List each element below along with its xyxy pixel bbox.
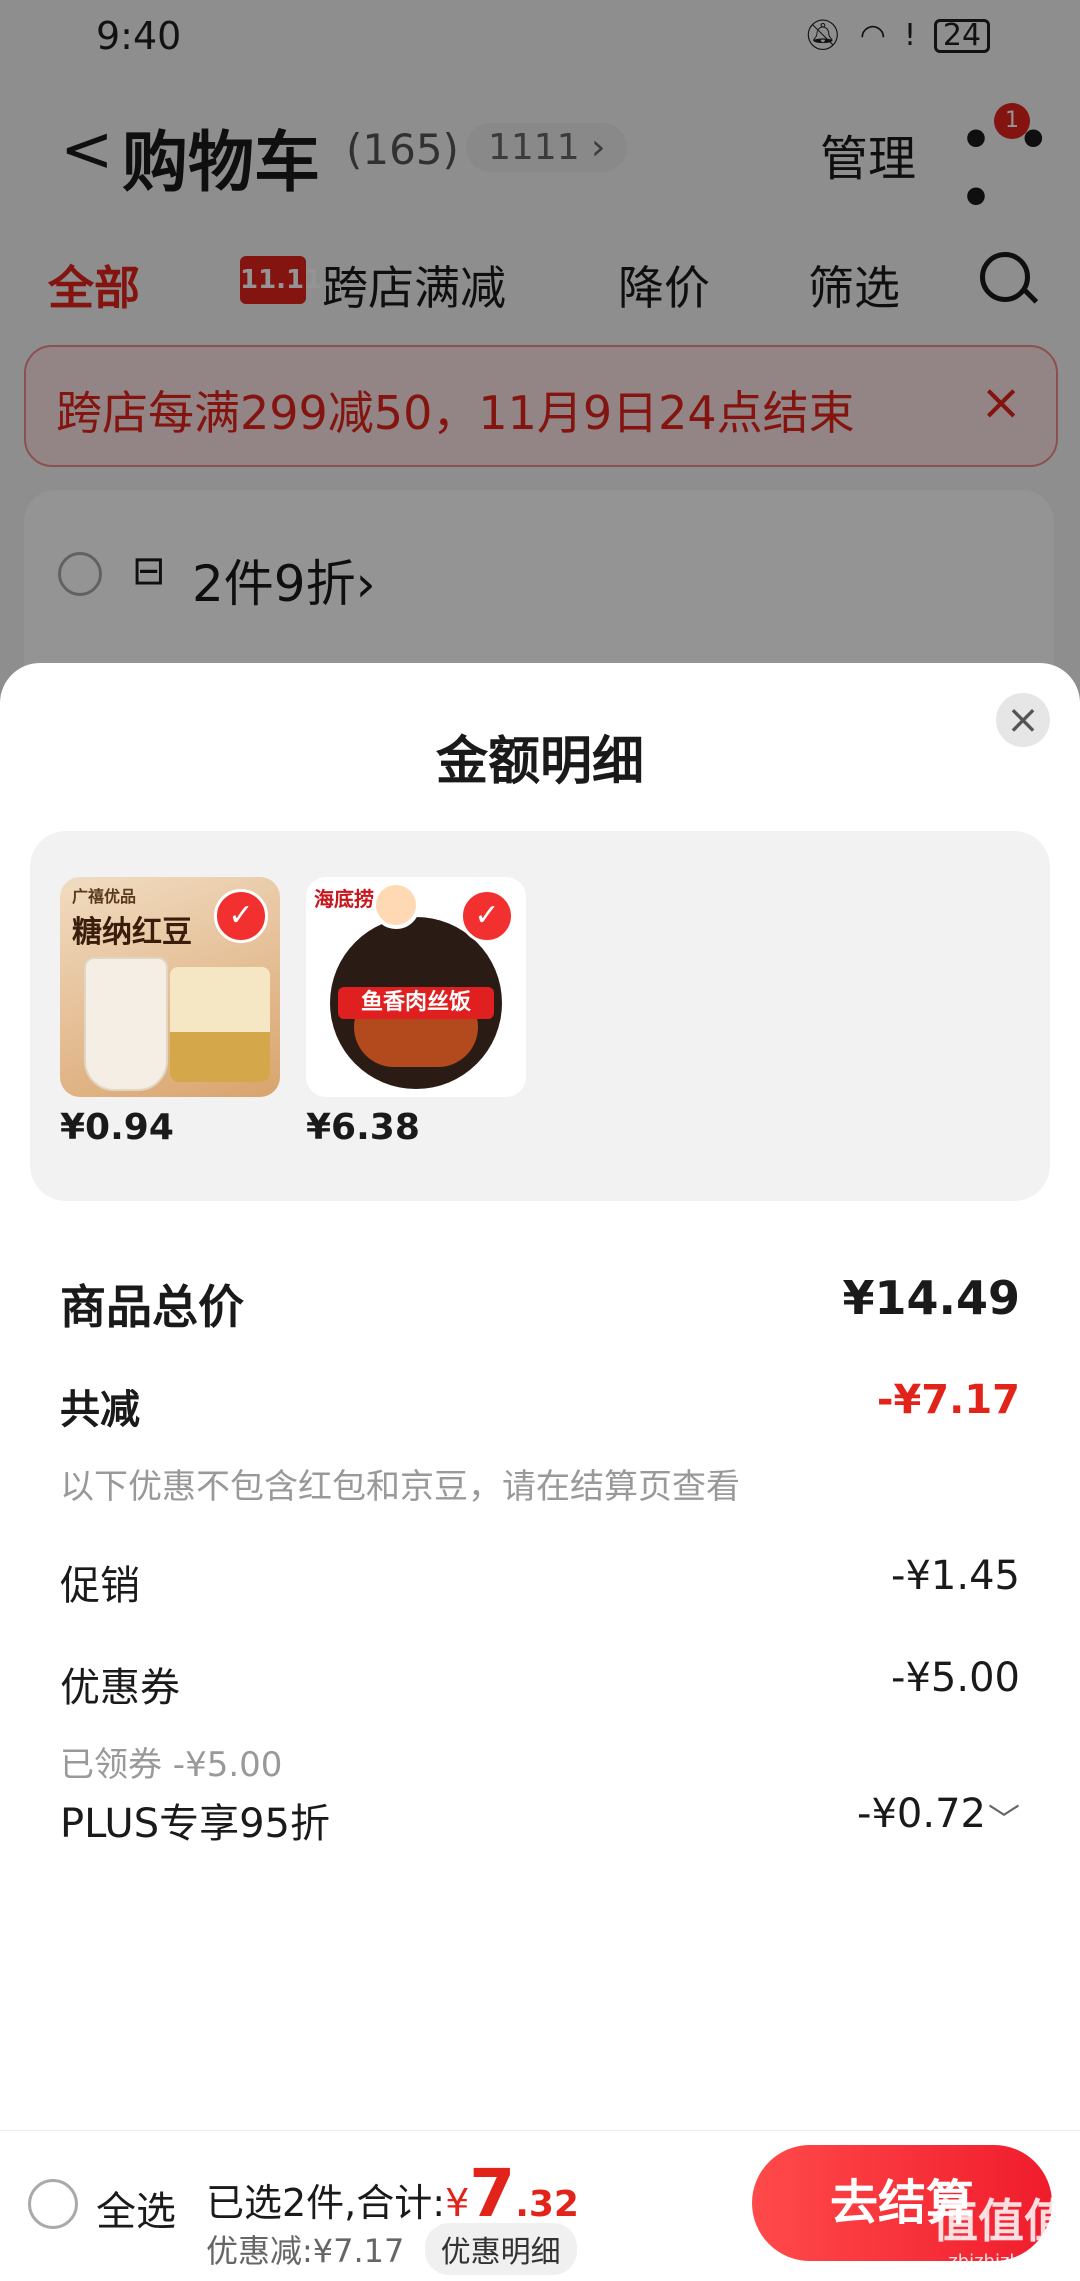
watermark: 值值值 zhizhizhi.com xyxy=(932,2185,1070,2272)
product-price: ¥6.38 xyxy=(306,1107,420,1148)
watermark-url: zhizhizhi.com xyxy=(948,2251,1070,2272)
select-all-label[interactable]: 全选 xyxy=(96,2179,176,2237)
select-all-radio[interactable] xyxy=(28,2179,78,2229)
product-strip: 广禧优品 糖纳红豆 ✓ ¥0.94 海底捞 鱼香肉丝饭 ✓ ¥6.38 xyxy=(30,831,1050,1201)
total-label: 商品总价 xyxy=(60,1280,244,1334)
product-brand: 海底捞 xyxy=(314,887,374,911)
product-brand: 广禧优品 xyxy=(72,887,137,906)
chef-illustration xyxy=(372,881,420,929)
reduce-note: 以下优惠不包含红包和京豆，请在结算页查看 xyxy=(60,1467,740,1507)
sheet-title: 金额明细 xyxy=(435,732,644,792)
coupon-note: 已领券 -¥5.00 xyxy=(60,1745,283,1785)
product-image: 海底捞 鱼香肉丝饭 ✓ xyxy=(306,877,526,1097)
chevron-down-icon[interactable]: ﹀ xyxy=(988,1795,1020,1841)
close-icon[interactable]: × xyxy=(996,693,1050,747)
watermark-logo: 值值值 xyxy=(932,2194,1070,2248)
discount-detail-button[interactable]: 优惠明细 xyxy=(424,2223,577,2275)
reduce-label: 共减 xyxy=(60,1387,140,1433)
currency-symbol: ¥ xyxy=(445,2181,470,2225)
total-value: ¥14.49 xyxy=(842,1271,1020,1325)
plus-value: -¥0.72 xyxy=(857,1791,986,1837)
total-decimal: .32 xyxy=(515,2184,579,2225)
selected-prefix: 已选2件,合计: xyxy=(206,2181,446,2225)
bag-illustration xyxy=(170,967,270,1082)
promo-value: -¥1.45 xyxy=(891,1553,1020,1599)
coupon-label: 优惠券 xyxy=(60,1665,180,1711)
product-name: 糖纳红豆 xyxy=(72,915,192,950)
check-icon: ✓ xyxy=(460,889,514,943)
cup-illustration xyxy=(84,957,168,1091)
product-item[interactable]: 广禧优品 糖纳红豆 ✓ ¥0.94 xyxy=(60,877,280,1148)
product-name: 鱼香肉丝饭 xyxy=(338,987,494,1019)
check-icon: ✓ xyxy=(214,889,268,943)
total-summary: 已选2件,合计:¥7.32 xyxy=(206,2155,579,2232)
plus-label: PLUS专享95折 xyxy=(60,1801,330,1847)
coupon-value: -¥5.00 xyxy=(891,1655,1020,1701)
product-item[interactable]: 海底捞 鱼香肉丝饭 ✓ ¥6.38 xyxy=(306,877,526,1148)
discount-text: 优惠减:¥7.17 xyxy=(206,2232,405,2270)
checkout-bar: 全选 已选2件,合计:¥7.32 优惠减:¥7.17 优惠明细 去结算 xyxy=(0,2130,1080,2281)
product-image: 广禧优品 糖纳红豆 ✓ xyxy=(60,877,280,1097)
reduce-value: -¥7.17 xyxy=(876,1377,1020,1423)
product-price: ¥0.94 xyxy=(60,1107,174,1148)
total-integer: 7 xyxy=(469,2155,516,2232)
discount-summary: 优惠减:¥7.17 优惠明细 xyxy=(206,2223,577,2275)
amount-detail-sheet: 金额明细 × 广禧优品 糖纳红豆 ✓ ¥0.94 海底捞 鱼香肉丝饭 ✓ ¥6.… xyxy=(0,663,1080,2280)
promo-label: 促销 xyxy=(60,1563,140,1609)
bowl-illustration: 鱼香肉丝饭 xyxy=(330,917,502,1089)
